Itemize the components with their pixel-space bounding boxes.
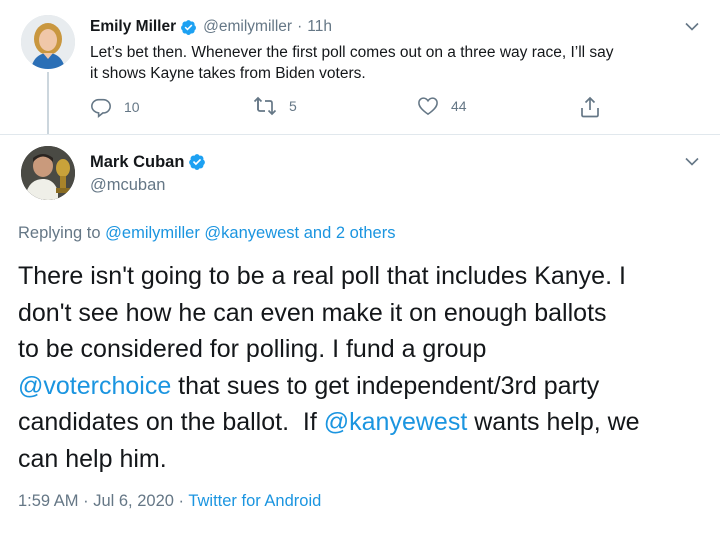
replying-to: Replying to @emilymiller @kanyewest and …: [18, 224, 395, 243]
reply-handle[interactable]: @emilymiller: [203, 18, 292, 36]
main-author-row: Mark Cuban: [90, 151, 212, 173]
mention-link[interactable]: @emilymiller: [105, 224, 200, 242]
timestamp[interactable]: 1:59 AM · Jul 6, 2020: [18, 492, 174, 510]
thread-connector: [47, 72, 49, 134]
reply-button[interactable]: 10: [90, 96, 140, 118]
share-icon: [581, 96, 599, 118]
reply-count: 10: [124, 99, 140, 115]
main-tweet-text: There isn't going to be a real poll that…: [18, 258, 708, 477]
tweet-line-text: candidates on the ballot. If: [18, 408, 324, 436]
share-button[interactable]: [580, 96, 600, 118]
man-portrait-avatar-icon: [21, 146, 75, 200]
replying-prefix: Replying to: [18, 224, 101, 242]
reply-time[interactable]: 11h: [307, 18, 332, 36]
tweet-line: to be considered for polling. I fund a g…: [18, 335, 487, 363]
main-display-name[interactable]: Mark Cuban: [90, 153, 184, 172]
tweet-line-text: wants help, we: [467, 408, 640, 436]
avatar[interactable]: [21, 146, 75, 200]
retweet-count: 5: [289, 98, 297, 114]
reply-tweet[interactable]: Emily Miller @emilymiller · 11h Let’s be…: [0, 0, 720, 134]
tweet-line: candidates on the ballot. If @kanyewest …: [18, 404, 708, 441]
avatar[interactable]: [21, 15, 75, 69]
verified-badge-icon: [189, 154, 206, 170]
tweet-line: There isn't going to be a real poll that…: [18, 262, 626, 290]
retweet-icon: [253, 96, 277, 116]
woman-portrait-avatar-icon: [21, 15, 75, 69]
reply-text-line: Let’s bet then. Whenever the first poll …: [90, 44, 614, 61]
tweet-actions: 10 5 44: [90, 96, 610, 124]
reply-bubble-icon: [91, 98, 111, 118]
chevron-down-icon[interactable]: [685, 157, 699, 166]
tweet-line: @voterchoice that sues to get independen…: [18, 368, 708, 405]
like-button[interactable]: 44: [417, 96, 467, 116]
mention-link[interactable]: @kanyewest: [204, 224, 299, 242]
verified-badge-icon: [181, 19, 197, 35]
tweet-line-text: that sues to get independent/3rd party: [171, 371, 600, 400]
reply-text-line: it shows Kayne takes from Biden voters.: [90, 65, 366, 82]
dot-separator: ·: [297, 18, 303, 35]
tweet-divider: [0, 134, 720, 135]
chevron-down-icon[interactable]: [685, 22, 699, 31]
retweet-button[interactable]: 5: [253, 96, 297, 116]
mention-link[interactable]: @voterchoice: [18, 372, 171, 400]
tweet-meta: 1:59 AM · Jul 6, 2020 · Twitter for Andr…: [18, 492, 321, 511]
others-link[interactable]: and 2 others: [304, 224, 396, 242]
like-count: 44: [451, 98, 467, 114]
reply-display-name[interactable]: Emily Miller: [90, 18, 176, 36]
heart-icon: [418, 97, 438, 116]
reply-author-row: Emily Miller @emilymiller · 11h: [90, 16, 332, 38]
source-link[interactable]: Twitter for Android: [188, 492, 321, 510]
mention-link[interactable]: @kanyewest: [324, 408, 468, 436]
tweet-line: don't see how he can even make it on eno…: [18, 298, 607, 327]
meta-separator: ·: [173, 492, 189, 510]
tweet-line: can help him.: [18, 444, 167, 473]
reply-tweet-text: Let’s bet then. Whenever the first poll …: [90, 42, 700, 84]
main-handle[interactable]: @mcuban: [90, 176, 165, 195]
